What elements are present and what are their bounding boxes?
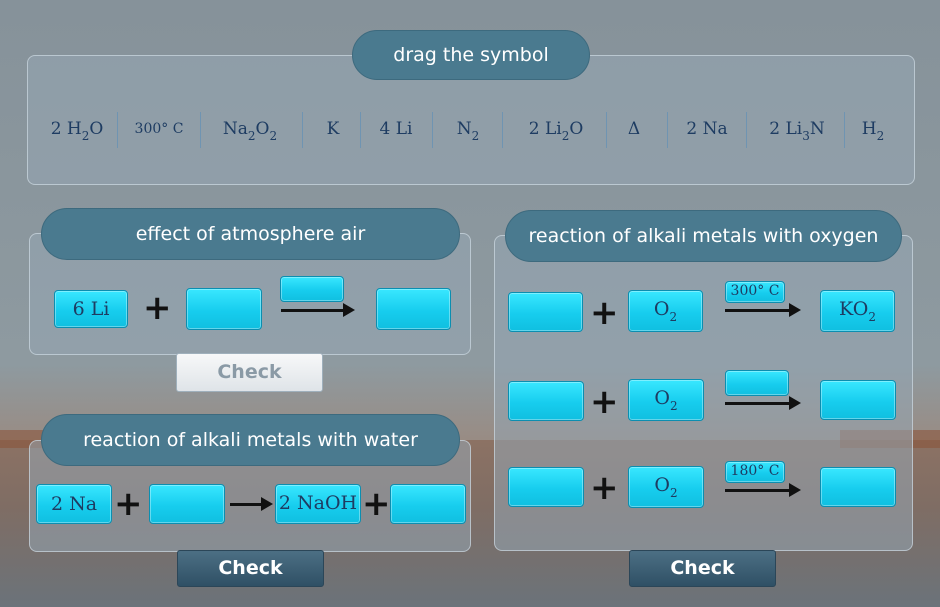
symbol-divider <box>606 112 607 148</box>
oxygen-check-button[interactable]: Check <box>629 550 776 587</box>
oxygen-row1-condition-slot[interactable]: 300° C <box>725 281 785 303</box>
symbol-4li[interactable]: 4 Li <box>370 110 422 148</box>
atmosphere-reactant2-slot[interactable] <box>186 288 262 330</box>
atmosphere-condition-slot[interactable] <box>280 276 344 302</box>
symbol-delta[interactable]: Δ <box>616 110 652 148</box>
atmosphere-product-slot[interactable] <box>376 288 451 330</box>
symbol-divider <box>844 112 845 148</box>
reaction-arrow <box>725 396 801 410</box>
symbol-2li2o[interactable]: 2 Li2O <box>518 110 594 148</box>
oxygen-title: reaction of alkali metals with oxygen <box>505 210 902 262</box>
symbol-divider <box>746 112 747 148</box>
atmosphere-check-button[interactable]: Check <box>176 353 323 392</box>
symbol-na2o2[interactable]: Na2O2 <box>212 110 288 148</box>
symbol-divider <box>667 112 668 148</box>
reaction-arrow <box>725 483 801 497</box>
symbol-divider <box>502 112 503 148</box>
atmosphere-title: effect of atmosphere air <box>41 208 460 260</box>
plus-sign: + <box>590 468 619 508</box>
symbol-divider <box>302 112 303 148</box>
symbol-2h2o[interactable]: 2 H2O <box>42 110 112 148</box>
water-product2-slot[interactable] <box>390 484 466 524</box>
symbol-divider <box>200 112 201 148</box>
plus-sign: + <box>590 293 619 333</box>
oxygen-row2-metal-slot[interactable] <box>508 381 584 421</box>
reaction-arrow <box>281 303 355 317</box>
symbol-2li3n[interactable]: 2 Li3N <box>758 110 836 148</box>
plus-sign: + <box>590 382 619 422</box>
oxygen-row1-metal-slot[interactable] <box>508 292 583 332</box>
oxygen-row1-product-slot[interactable]: KO2 <box>820 290 895 332</box>
symbol-k[interactable]: K <box>318 110 348 148</box>
symbol-divider <box>360 112 361 148</box>
symbol-divider <box>117 112 118 148</box>
symbol-h2[interactable]: H2 <box>854 110 892 148</box>
oxygen-row3-oxidant[interactable]: O2 <box>628 466 704 508</box>
oxygen-row2-oxidant[interactable]: O2 <box>628 379 704 421</box>
oxygen-row3-condition-slot[interactable]: 180° C <box>725 461 785 483</box>
symbol-2na[interactable]: 2 Na <box>678 110 736 148</box>
water-product1-slot[interactable]: 2 NaOH <box>275 484 361 524</box>
water-title: reaction of alkali metals with water <box>41 414 460 466</box>
symbol-bank-title: drag the symbol <box>352 30 590 80</box>
oxygen-row2-product-slot[interactable] <box>820 380 896 420</box>
water-reactant1-slot[interactable]: 2 Na <box>36 484 112 524</box>
oxygen-row3-product-slot[interactable] <box>820 467 896 507</box>
symbol-300c[interactable]: 300° C <box>124 110 194 148</box>
atmosphere-reactant1-slot[interactable]: 6 Li <box>54 290 128 328</box>
oxygen-row2-condition-slot[interactable] <box>725 370 789 396</box>
symbol-n2[interactable]: N2 <box>448 110 488 148</box>
plus-sign: + <box>143 288 172 328</box>
oxygen-row1-oxidant[interactable]: O2 <box>628 290 703 332</box>
reaction-arrow <box>230 497 273 511</box>
reaction-arrow <box>725 303 801 317</box>
oxygen-row3-metal-slot[interactable] <box>508 467 584 507</box>
water-reactant2-slot[interactable] <box>149 484 225 524</box>
plus-sign: + <box>114 484 143 524</box>
symbol-divider <box>432 112 433 148</box>
water-check-button[interactable]: Check <box>177 550 324 587</box>
plus-sign: + <box>362 484 391 524</box>
